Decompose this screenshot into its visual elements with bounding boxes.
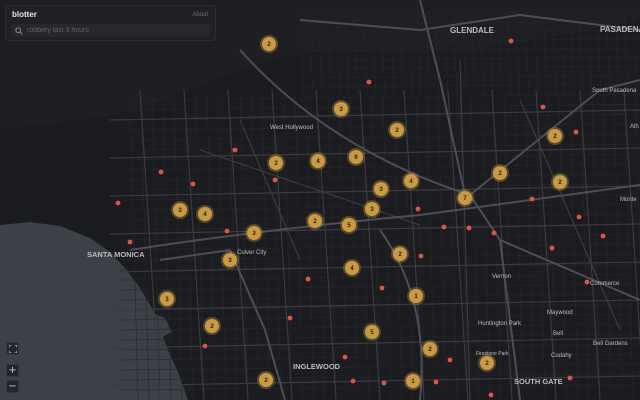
incident-marker[interactable] <box>224 228 230 234</box>
cluster-marker[interactable]: 2 <box>421 340 439 358</box>
cluster-marker[interactable]: 4 <box>402 172 420 190</box>
place-label-vernon: Vernon <box>492 274 511 280</box>
search-icon <box>13 25 25 37</box>
incident-marker[interactable] <box>567 375 573 381</box>
incident-marker[interactable] <box>447 357 453 363</box>
cluster-marker[interactable]: 2 <box>546 127 564 145</box>
place-label-culver-city: Culver City <box>237 250 266 256</box>
place-label-inglewood: INGLEWOOD <box>293 362 341 371</box>
cluster-marker[interactable]: 3 <box>363 200 381 218</box>
incident-marker[interactable] <box>287 315 293 321</box>
map-canvas[interactable]: GLENDALE PASADENA South Pasadena West Holly… <box>0 0 640 400</box>
place-label-huntington-park: Huntington Park <box>478 321 522 327</box>
incident-marker[interactable] <box>366 79 372 85</box>
incident-marker[interactable] <box>441 224 447 230</box>
cluster-marker[interactable]: 9 <box>347 148 365 166</box>
cluster-marker[interactable]: 2 <box>391 245 409 263</box>
incident-marker[interactable] <box>433 379 439 385</box>
cluster-marker[interactable]: 2 <box>267 154 285 172</box>
incident-marker[interactable] <box>127 239 133 245</box>
cluster-marker[interactable]: 3 <box>158 290 176 308</box>
incident-marker[interactable] <box>488 392 494 398</box>
incident-marker[interactable] <box>272 177 278 183</box>
place-label-commerce: Commerce <box>590 281 620 287</box>
cluster-marker[interactable]: 2 <box>551 173 569 191</box>
zoom-out-button[interactable]: − <box>6 380 19 393</box>
cluster-marker[interactable]: 5 <box>340 216 358 234</box>
zoom-in-button[interactable]: + <box>6 364 19 377</box>
incident-marker[interactable] <box>491 230 497 236</box>
incident-marker[interactable] <box>508 38 514 44</box>
place-label-west-hollywood: West Hollywood <box>270 125 313 131</box>
about-link[interactable]: About <box>192 12 208 18</box>
incident-marker[interactable] <box>381 380 387 386</box>
incident-marker[interactable] <box>342 354 348 360</box>
place-label-bell: Bell <box>553 331 563 337</box>
app-title: blotter <box>12 10 37 19</box>
place-label-alhambra: Alh <box>630 124 639 130</box>
cluster-marker[interactable]: 3 <box>221 251 239 269</box>
incident-marker[interactable] <box>350 378 356 384</box>
incident-marker[interactable] <box>158 169 164 175</box>
cluster-marker[interactable]: 2 <box>478 354 496 372</box>
cluster-marker[interactable]: 4 <box>196 205 214 223</box>
place-label-south-gate: SOUTH GATE <box>514 377 563 386</box>
place-label-glendale: GLENDALE <box>450 26 495 35</box>
search-box[interactable] <box>11 24 210 37</box>
cluster-marker[interactable]: 2 <box>260 35 278 53</box>
search-panel: blotter About <box>5 5 216 41</box>
incident-marker[interactable] <box>576 214 582 220</box>
incident-marker[interactable] <box>190 181 196 187</box>
cluster-marker[interactable]: 2 <box>203 317 221 335</box>
search-input[interactable] <box>25 24 210 37</box>
cluster-marker[interactable]: 1 <box>404 372 422 390</box>
cluster-marker[interactable]: 2 <box>257 371 275 389</box>
cluster-marker[interactable]: 2 <box>491 164 509 182</box>
incident-marker[interactable] <box>202 343 208 349</box>
cluster-marker[interactable]: 3 <box>245 224 263 242</box>
cluster-marker[interactable]: 3 <box>171 201 189 219</box>
fullscreen-icon <box>8 344 17 353</box>
cluster-marker[interactable]: 4 <box>343 259 361 277</box>
incident-marker[interactable] <box>584 279 590 285</box>
place-label-pasadena: PASADENA <box>600 25 640 34</box>
incident-marker[interactable] <box>549 245 555 251</box>
incident-marker[interactable] <box>305 276 311 282</box>
place-label-santa-monica: SANTA MONICA <box>87 250 145 259</box>
incident-marker[interactable] <box>529 196 535 202</box>
place-label-montebello: Monte <box>620 197 637 203</box>
cluster-marker[interactable]: 7 <box>456 189 474 207</box>
incident-marker[interactable] <box>115 200 121 206</box>
incident-marker[interactable] <box>379 285 385 291</box>
cluster-marker[interactable]: 3 <box>372 180 390 198</box>
cluster-marker[interactable]: 5 <box>363 323 381 341</box>
cluster-marker[interactable]: 3 <box>332 100 350 118</box>
incident-marker[interactable] <box>418 253 424 259</box>
cluster-marker[interactable]: 2 <box>388 121 406 139</box>
place-label-bell-gardens: Bell Gardens <box>593 341 628 347</box>
place-label-cudahy: Cudahy <box>551 353 572 359</box>
incident-marker[interactable] <box>415 206 421 212</box>
cluster-marker[interactable]: 4 <box>309 152 327 170</box>
incident-marker[interactable] <box>540 104 546 110</box>
incident-marker[interactable] <box>466 225 472 231</box>
cluster-marker[interactable]: 2 <box>306 212 324 230</box>
incident-marker[interactable] <box>232 147 238 153</box>
incident-marker[interactable] <box>573 129 579 135</box>
incident-marker[interactable] <box>600 233 606 239</box>
fullscreen-button[interactable] <box>6 342 19 355</box>
place-label-south-pasadena: South Pasadena <box>592 88 637 94</box>
cluster-marker[interactable]: 1 <box>407 287 425 305</box>
place-label-maywood: Maywood <box>547 310 573 316</box>
